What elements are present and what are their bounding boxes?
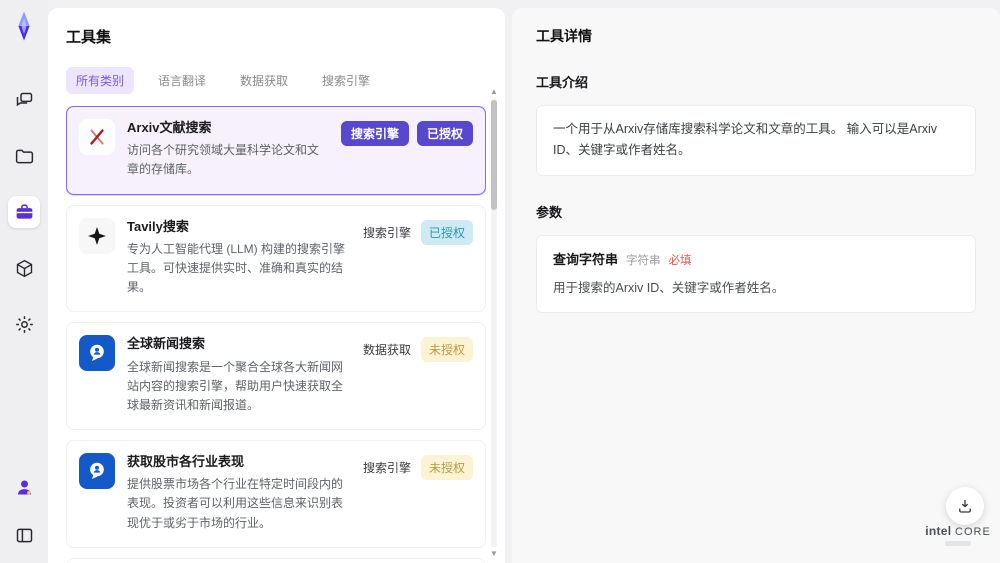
params-heading: 参数 [536, 204, 563, 220]
scroll-down-icon[interactable]: ▼ [489, 550, 499, 558]
param-card: 查询字符串 字符串 必填 用于搜索的Arxiv ID、关键字或作者姓名。 [536, 234, 976, 314]
user-avatar-icon[interactable] [8, 471, 40, 503]
tool-auth-badge: 未授权 [420, 455, 473, 481]
tool-details-panel: 工具详情 工具介绍 一个用于从Arxiv存储库搜索科学论文和文章的工具。 输入可… [512, 8, 1000, 563]
cube-icon[interactable] [8, 252, 40, 284]
category-tab-数据获取[interactable]: 数据获取 [230, 67, 298, 94]
parameter-description: 用于搜索的Arxiv ID、关键字或作者姓名。 [553, 281, 785, 296]
page-title: 工具集 [66, 29, 112, 46]
tool-description: 专为人工智能代理 (LLM) 构建的搜索引擎工具。可快速提供实时、准确和真实的结… [127, 241, 346, 295]
scroll-up-icon[interactable]: ▲ [489, 88, 499, 96]
tool-auth-badge: 已授权 [416, 121, 473, 146]
tool-category-tag: 数据获取 [362, 343, 411, 358]
category-tabs: 所有类别 语言翻译 数据获取 搜索引擎 [66, 67, 505, 94]
toolset-panel: 工具集 所有类别 语言翻译 数据获取 搜索引擎 Arxiv文献搜索 访问各个研究… [48, 8, 505, 563]
tool-list-item[interactable]: 全球新闻搜索 全球新闻搜索是一个聚合全球各大新闻网站内容的搜索引擎，帮助用户快速… [66, 322, 486, 431]
arxiv-logo-icon [79, 119, 115, 155]
tool-auth-badge: 已授权 [420, 219, 473, 245]
tool-list-item[interactable]: Tavily搜索 专为人工智能代理 (LLM) 构建的搜索引擎工具。可快速提供实… [66, 204, 486, 313]
settings-gear-icon[interactable] [8, 308, 40, 340]
download-icon [959, 500, 971, 513]
sparkle-star-icon [88, 226, 106, 245]
tool-description: 访问各个研究领域大量科学论文和文章的存储库。 [127, 143, 320, 177]
parameter-row: 查询字符串 字符串 必填 用于搜索的Arxiv ID、关键字或作者姓名。 [553, 249, 959, 300]
folder-icon[interactable] [8, 140, 40, 172]
tool-list: Arxiv文献搜索 访问各个研究领域大量科学论文和文章的存储库。 搜索引擎 已授… [66, 106, 486, 563]
tool-category-tag: 搜索引擎 [340, 121, 409, 146]
intel-sub-badge [945, 541, 971, 546]
tool-name: Tavily搜索 [127, 218, 189, 234]
blue-bubble-icon [79, 335, 115, 372]
blue-bubble-icon [90, 345, 104, 362]
intro-text: 一个用于从Arxiv存储库搜索科学论文和文章的工具。 输入可以是Arxiv ID… [536, 105, 976, 176]
collapse-panel-icon[interactable] [8, 519, 40, 551]
tool-name: 获取股市各行业表现 [127, 454, 245, 470]
app-logo-icon[interactable] [8, 10, 40, 42]
details-title: 工具详情 [536, 28, 592, 44]
tool-auth-badge: 未授权 [420, 337, 473, 363]
category-tab-所有类别[interactable]: 所有类别 [66, 67, 135, 94]
scrollbar-thumb[interactable] [491, 100, 497, 210]
toolbox-icon[interactable] [8, 196, 40, 228]
category-tab-搜索引擎[interactable]: 搜索引擎 [312, 67, 380, 94]
tool-list-item[interactable]: 获取股市各行业表现 提供股票市场各个行业在特定时间段内的表现。投资者可以利用这些… [66, 440, 486, 548]
tool-list-item[interactable]: 获取市场最活跃股票信息 提供当天交易量最高的股票列表，投资者可以利用这些信息来识… [66, 557, 486, 563]
tool-list-item[interactable]: Arxiv文献搜索 访问各个研究领域大量科学论文和文章的存储库。 搜索引擎 已授… [66, 106, 486, 195]
arxiv-logo-icon [90, 129, 104, 145]
app-rail [0, 0, 48, 563]
category-tab-语言翻译[interactable]: 语言翻译 [148, 67, 216, 94]
tool-description: 提供股票市场各个行业在特定时间段内的表现。投资者可以利用这些信息来识别表现优于或… [127, 477, 344, 530]
scrollbar[interactable]: ▲ ▼ [489, 88, 499, 558]
tool-description: 全球新闻搜索是一个聚合全球各大新闻网站内容的搜索引擎，帮助用户快速获取全球最新资… [127, 359, 344, 412]
blue-bubble-icon [79, 453, 115, 490]
tool-category-tag: 搜索引擎 [362, 225, 411, 240]
core-wordmark: CORE [955, 526, 991, 538]
intel-core-logo: intel CORE [922, 524, 994, 546]
intel-wordmark: intel [925, 524, 952, 538]
sparkle-star-icon [79, 217, 115, 254]
tool-name: Arxiv文献搜索 [127, 120, 212, 135]
intro-heading: 工具介绍 [536, 75, 589, 90]
parameter-required-label: 必填 [668, 254, 692, 267]
tool-name: 全球新闻搜索 [127, 336, 206, 352]
parameter-type: 字符串 [626, 254, 661, 267]
blue-bubble-icon [90, 462, 104, 480]
tool-category-tag: 搜索引擎 [362, 461, 411, 476]
parameter-name: 查询字符串 [553, 251, 619, 267]
download-button[interactable] [946, 487, 984, 525]
chat-icon[interactable] [8, 84, 40, 116]
